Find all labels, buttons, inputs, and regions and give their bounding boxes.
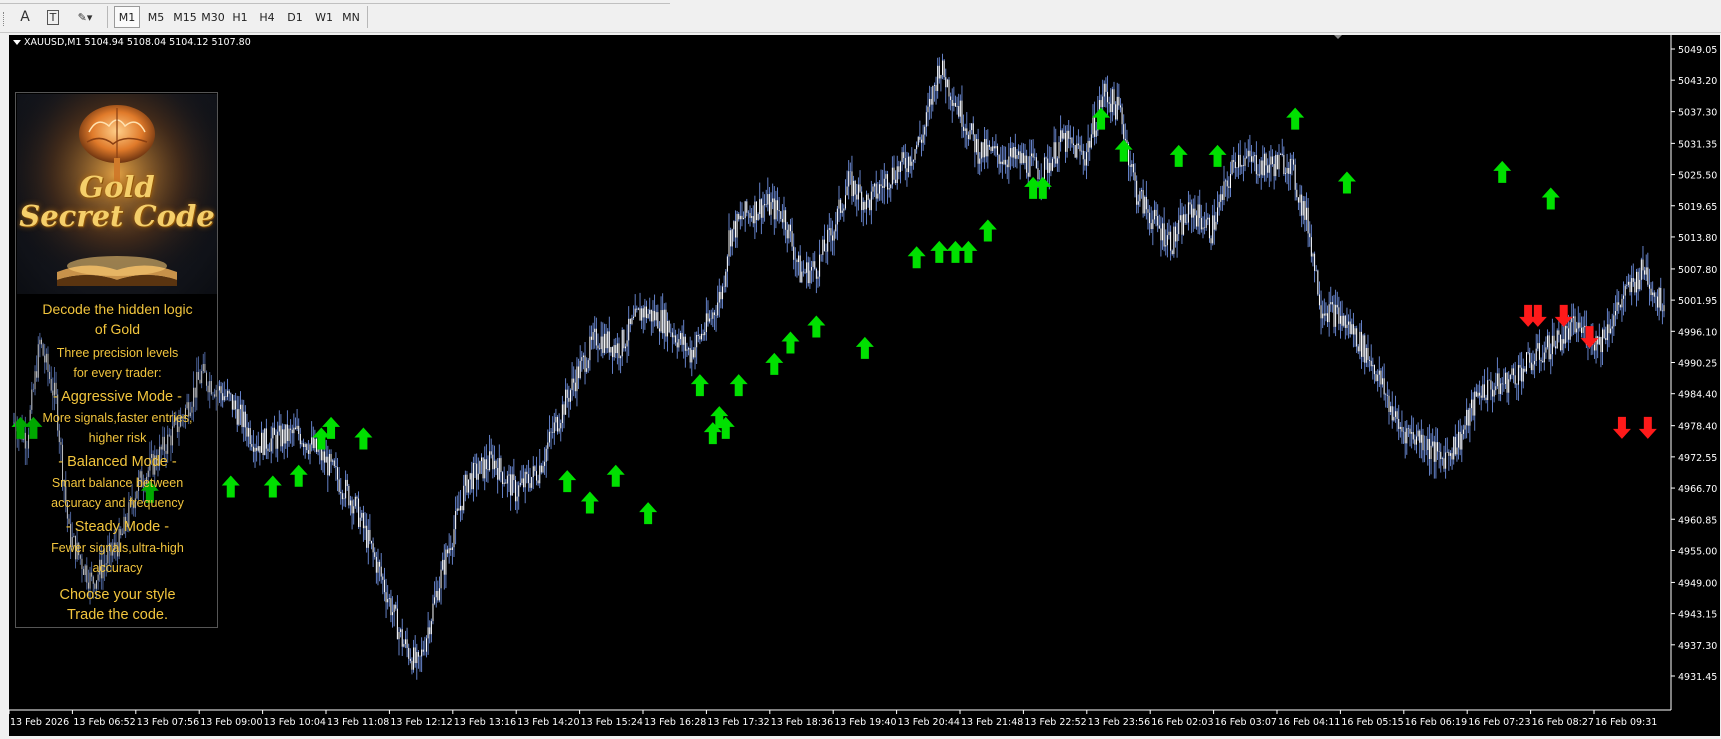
- time-tick-label: 13 Feb 09:00: [200, 717, 262, 728]
- balanced-mode-desc: Smart balance between accuracy and frequ…: [51, 476, 184, 510]
- price-tick-label: 5007.80: [1678, 265, 1717, 276]
- timeframe-w1-button[interactable]: W1: [311, 6, 337, 28]
- toolbar-separator-end: [367, 6, 368, 28]
- timeframe-m30-button[interactable]: M30: [199, 6, 227, 28]
- price-tick-label: 4966.70: [1678, 484, 1717, 495]
- timeframe-m15-button[interactable]: M15: [171, 6, 199, 28]
- indicator-info-panel: Gold Secret Code Decode the hidden logic…: [15, 92, 218, 628]
- time-tick-label: 13 Feb 13:16: [454, 717, 516, 728]
- price-tick-label: 4937.30: [1678, 641, 1717, 652]
- price-tick-label: 4943.15: [1678, 610, 1717, 621]
- price-tick-label: 5049.05: [1678, 45, 1717, 56]
- time-tick-label: 13 Feb 10:04: [264, 717, 326, 728]
- time-tick-label: 13 Feb 20:44: [898, 717, 960, 728]
- price-tick-label: 4949.00: [1678, 578, 1717, 589]
- time-tick-label: 13 Feb 21:48: [961, 717, 1023, 728]
- toolbar-grip[interactable]: [3, 12, 7, 26]
- price-chart[interactable]: 5049.05 5043.20 5037.30 5031.35 5025.50 5019.…: [0, 33, 1721, 739]
- toolbar-top-border: [0, 0, 670, 4]
- price-tick-label: 4990.25: [1678, 359, 1717, 370]
- time-tick-label: 13 Feb 06:52: [73, 717, 135, 728]
- price-tick-label: 4996.10: [1678, 327, 1717, 338]
- timeframe-mn-button[interactable]: MN: [338, 6, 364, 28]
- chart-window[interactable]: 5049.05 5043.20 5037.30 5031.35 5025.50 5019.…: [0, 33, 1721, 739]
- timeframe-h1-button[interactable]: H1: [228, 6, 252, 28]
- time-tick-label: 13 Feb 11:08: [327, 717, 389, 728]
- steady-mode-title: - Steady Mode -: [65, 519, 170, 535]
- timeframe-d1-button[interactable]: D1: [283, 6, 307, 28]
- time-tick-label: 16 Feb 04:11: [1278, 717, 1340, 728]
- banner-title-secret-code: Secret Code: [19, 199, 215, 233]
- price-tick-label: 5019.65: [1678, 202, 1717, 213]
- panel-cta: Choose your style Trade the code.: [59, 587, 176, 623]
- time-tick-label: 13 Feb 16:28: [644, 717, 706, 728]
- time-tick-label: 13 Feb 19:40: [834, 717, 896, 728]
- aggressive-mode-desc: More signals,faster entries, higher risk: [42, 411, 193, 445]
- price-axis: 5049.05 5043.20 5037.30 5031.35 5025.50 5019.…: [1671, 45, 1717, 683]
- time-tick-label: 13 Feb 07:56: [137, 717, 199, 728]
- aggressive-mode-title: - Aggressive Mode -: [53, 389, 182, 405]
- time-tick-label: 16 Feb 05:15: [1341, 717, 1403, 728]
- text-tool-button[interactable]: A: [14, 6, 36, 28]
- time-tick-label: 16 Feb 02:03: [1151, 717, 1213, 728]
- text-tool-icon: A: [20, 9, 30, 25]
- banner-image: Gold Secret Code: [17, 94, 217, 294]
- price-tick-label: 5037.30: [1678, 108, 1717, 119]
- time-tick-label: 16 Feb 08:27: [1532, 717, 1594, 728]
- chart-background: [9, 35, 1720, 736]
- time-tick-label: 13 Feb 17:32: [707, 717, 769, 728]
- panel-intro: Three precision levels for every trader:: [56, 346, 179, 380]
- timeframe-h4-button[interactable]: H4: [255, 6, 279, 28]
- time-tick-label: 16 Feb 06:19: [1405, 717, 1467, 728]
- time-tick-label: 13 Feb 22:52: [1024, 717, 1086, 728]
- steady-mode-desc: Fewer signals,ultra-high accuracy: [51, 541, 184, 575]
- time-tick-label: 13 Feb 12:12: [390, 717, 452, 728]
- price-tick-label: 4984.40: [1678, 390, 1717, 401]
- time-tick-label: 13 Feb 23:56: [1088, 717, 1150, 728]
- price-tick-label: 5013.80: [1678, 233, 1717, 244]
- time-tick-label: 13 Feb 2026: [10, 717, 69, 728]
- banner-title-gold: Gold: [79, 170, 155, 204]
- text-label-tool-icon: T: [46, 9, 60, 25]
- text-label-tool-button[interactable]: T: [42, 6, 64, 28]
- panel-heading: Decode the hidden logic of Gold: [42, 301, 193, 337]
- price-tick-label: 4931.45: [1678, 672, 1717, 683]
- toolbar: A T ✎▾ M1 M5 M15 M30 H1 H4 D1 W1 MN: [0, 0, 1721, 33]
- price-tick-label: 4978.40: [1678, 422, 1717, 433]
- time-tick-label: 13 Feb 14:20: [517, 717, 579, 728]
- shapes-tool-button[interactable]: ✎▾: [70, 6, 100, 28]
- shapes-tool-icon: ✎▾: [77, 10, 93, 24]
- time-tick-label: 13 Feb 18:36: [771, 717, 833, 728]
- price-tick-label: 4955.00: [1678, 546, 1717, 557]
- price-tick-label: 5025.50: [1678, 171, 1717, 182]
- price-tick-label: 4960.85: [1678, 515, 1717, 526]
- toolbar-separator: [107, 6, 108, 28]
- time-tick-label: 16 Feb 03:07: [1215, 717, 1277, 728]
- time-tick-label: 16 Feb 07:23: [1468, 717, 1530, 728]
- balanced-mode-title: - Balanced Mode -: [58, 454, 177, 470]
- timeframe-m1-button[interactable]: M1: [114, 6, 140, 28]
- timeframe-m5-button[interactable]: M5: [143, 6, 169, 28]
- price-tick-label: 5043.20: [1678, 76, 1717, 87]
- price-tick-label: 5031.35: [1678, 139, 1717, 150]
- price-tick-label: 5001.95: [1678, 296, 1717, 307]
- symbol-info: XAUUSD,M1 5104.94 5108.04 5104.12 5107.8…: [24, 37, 251, 48]
- price-tick-label: 4972.55: [1678, 453, 1717, 464]
- time-tick-label: 16 Feb 09:31: [1595, 717, 1657, 728]
- time-tick-label: 13 Feb 15:24: [581, 717, 643, 728]
